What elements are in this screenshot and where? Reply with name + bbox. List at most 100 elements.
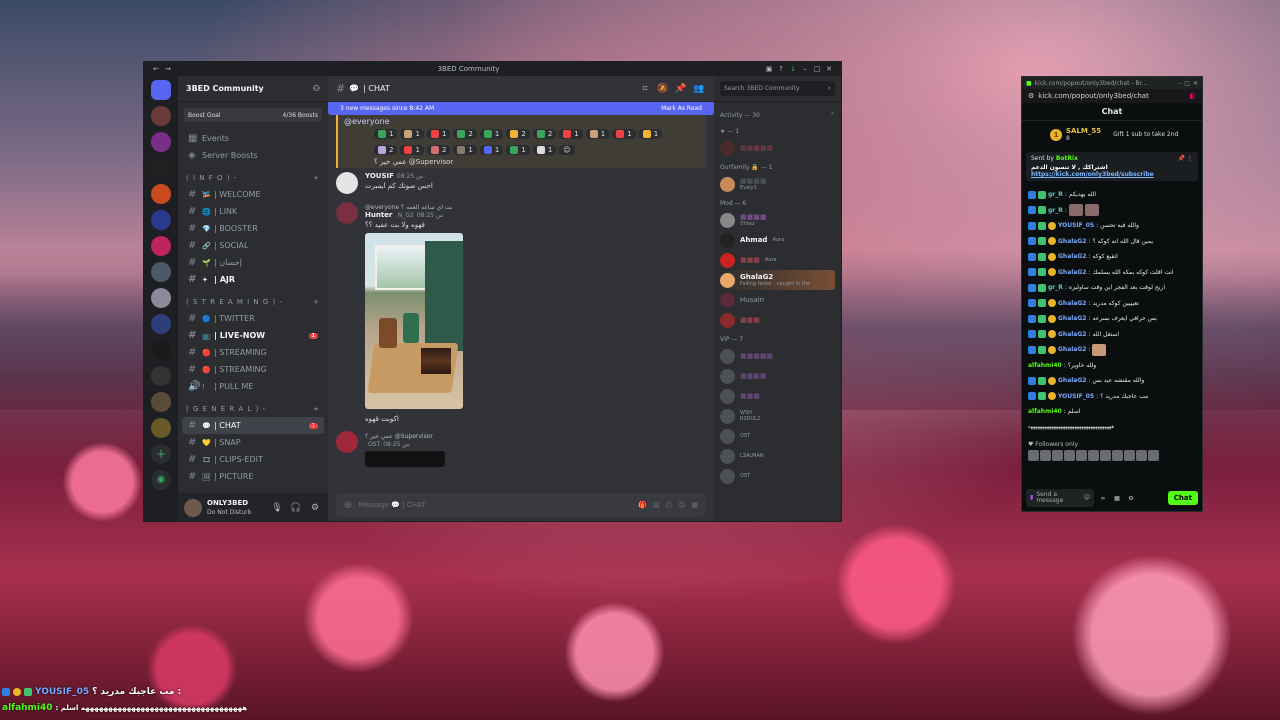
- member-row[interactable]: ■■■: [720, 386, 835, 406]
- reaction[interactable]: 1: [400, 145, 424, 155]
- minimize-icon[interactable]: –: [799, 65, 811, 73]
- category-streaming[interactable]: ( S T R E A M I N G ) - +: [182, 294, 324, 310]
- chat-username[interactable]: GhalaG2: [1058, 300, 1086, 307]
- member-row[interactable]: L3ALMAN: [720, 446, 835, 466]
- reaction[interactable]: 1: [426, 129, 451, 139]
- avatar[interactable]: [1124, 450, 1135, 461]
- avatar[interactable]: [1100, 450, 1111, 461]
- avatar[interactable]: [1028, 450, 1039, 461]
- chat-username[interactable]: gr_R: [1048, 207, 1063, 214]
- mic-icon[interactable]: 🎙: [270, 503, 284, 513]
- message-input[interactable]: Message 💬 | CHAT: [358, 501, 632, 509]
- reply-preview[interactable]: عمي خير ؟ @Supervisor: [365, 433, 706, 440]
- member-row[interactable]: ■■■■ 5Ykez: [720, 210, 835, 230]
- member-row[interactable]: OST: [720, 466, 835, 486]
- avatar[interactable]: [336, 172, 358, 194]
- server-icon[interactable]: [151, 366, 171, 386]
- chat-username[interactable]: YOUSIF_05: [1058, 393, 1094, 400]
- reaction[interactable]: 1: [559, 129, 583, 139]
- reaction[interactable]: 2: [532, 129, 557, 139]
- site-info-icon[interactable]: ⚙: [1028, 92, 1034, 100]
- attached-photo[interactable]: [365, 451, 445, 467]
- avatar[interactable]: [1088, 450, 1099, 461]
- channel-pull-me[interactable]: 🔊! | PULL ME: [182, 378, 324, 395]
- add-channel-icon[interactable]: +: [313, 405, 320, 413]
- avatar[interactable]: [1112, 450, 1123, 461]
- message-author[interactable]: Hunter N_G2 س 08:25: [365, 211, 706, 219]
- explore-icon[interactable]: ◉: [151, 470, 171, 490]
- reaction[interactable]: 1: [638, 129, 663, 139]
- message-composer[interactable]: ⊕ Message 💬 | CHAT 🎁 ▤ ◰ ☺ ▦: [336, 493, 706, 517]
- bell-muted-icon[interactable]: 🔕: [656, 84, 670, 94]
- server-icon[interactable]: [151, 392, 171, 412]
- headphones-icon[interactable]: 🎧: [289, 503, 303, 513]
- member-row[interactable]: ■■■: [720, 310, 835, 330]
- chat-username[interactable]: YOUSIF_05: [1058, 222, 1094, 229]
- nav-server-boosts[interactable]: ◈ Server Boosts: [182, 147, 324, 164]
- member-row[interactable]: Ahmad Aura: [720, 230, 835, 250]
- channel-welcome[interactable]: # 🎏 | WELCOME: [182, 186, 324, 203]
- apps-icon[interactable]: ▦: [691, 501, 698, 509]
- avatar[interactable]: [1052, 450, 1063, 461]
- sticker-icon[interactable]: ◰: [665, 501, 672, 509]
- channel-picture[interactable]: # 🖼 | PICTURE: [182, 468, 324, 485]
- reaction[interactable]: 2: [453, 129, 477, 139]
- chat-username[interactable]: GhalaG2: [1058, 269, 1086, 276]
- message-author[interactable]: YOUSIF س 08:25: [365, 172, 706, 180]
- server-icon[interactable]: [151, 236, 171, 256]
- add-server-icon[interactable]: +: [151, 444, 171, 464]
- gear-icon[interactable]: ⚙: [1126, 495, 1136, 502]
- extension-icon[interactable]: ◧: [1189, 92, 1196, 100]
- channel-twitter[interactable]: # 🔵 | TWITTER: [182, 310, 324, 327]
- members-icon[interactable]: 👥: [692, 84, 706, 94]
- channel-snap[interactable]: # 💛 | SNAP: [182, 434, 324, 451]
- reaction[interactable]: 1: [400, 129, 424, 139]
- add-member-icon[interactable]: ⚇: [313, 84, 320, 93]
- server-icon[interactable]: [151, 288, 171, 308]
- category-info[interactable]: ( I N F O ) - +: [182, 170, 324, 186]
- server-header[interactable]: 3BED Community ⚇: [178, 76, 328, 102]
- chat-username[interactable]: gr_R: [1048, 284, 1063, 291]
- chat-username[interactable]: GhalaG2: [1058, 346, 1086, 353]
- forward-arrow-icon[interactable]: →: [162, 65, 174, 73]
- avatar[interactable]: [1064, 450, 1075, 461]
- member-row[interactable]: ■■■ Aura: [720, 250, 835, 270]
- add-attachment-icon[interactable]: ⊕: [344, 500, 352, 511]
- member-row[interactable]: GhalaG2 Falling faster , caught in the: [720, 270, 835, 290]
- member-row[interactable]: ■■■■■: [720, 346, 835, 366]
- emoji-icon[interactable]: ☺: [678, 501, 685, 509]
- download-icon[interactable]: ↓: [787, 65, 799, 73]
- maximize-icon[interactable]: □: [1184, 80, 1190, 87]
- search-input[interactable]: Search 3BED Community ⌕: [720, 81, 835, 96]
- reaction[interactable]: 2: [426, 145, 451, 155]
- add-channel-icon[interactable]: +: [313, 174, 320, 182]
- activity-header[interactable]: Activity — 30 ⌃: [720, 106, 835, 122]
- channel-chat[interactable]: # 💬 | CHAT 1: [182, 417, 324, 434]
- category-general[interactable]: ( G E N E R A L ) - +: [182, 401, 324, 417]
- add-channel-icon[interactable]: +: [313, 298, 320, 306]
- reaction[interactable]: 1: [479, 145, 504, 155]
- channel-booster[interactable]: # 💎 | BOOSTER: [182, 220, 324, 237]
- gif-icon[interactable]: ▤: [653, 501, 660, 509]
- channel-social[interactable]: # 🔗 | SOCIAL: [182, 237, 324, 254]
- avatar[interactable]: [336, 431, 358, 453]
- maximize-icon[interactable]: □: [811, 65, 823, 73]
- reaction[interactable]: 1: [612, 129, 636, 139]
- member-row[interactable]: WSH R3DUL2: [720, 406, 835, 426]
- reaction[interactable]: 1: [453, 145, 477, 155]
- member-row[interactable]: ■■■■: [720, 366, 835, 386]
- new-messages-bar[interactable]: 3 new messages since 8:42 AM Mark As Rea…: [328, 102, 714, 115]
- reaction[interactable]: 1: [585, 129, 610, 139]
- channel-live-now[interactable]: # 📺 | LIVE-NOW 1: [182, 327, 324, 344]
- channel-streaming[interactable]: # 🔴 | STREAMING: [182, 344, 324, 361]
- gear-icon[interactable]: ⚙: [308, 503, 322, 513]
- channel-ajr[interactable]: # ✦ | AJR: [182, 271, 324, 288]
- reaction[interactable]: 1: [506, 145, 530, 155]
- avatar[interactable]: [336, 202, 358, 224]
- avatar[interactable]: [1040, 450, 1051, 461]
- server-icon[interactable]: [151, 158, 171, 178]
- subscribe-link[interactable]: https://kick.com/only3bed/subscribe: [1031, 171, 1154, 178]
- reaction[interactable]: 1: [374, 129, 398, 139]
- close-icon[interactable]: ✕: [1193, 80, 1198, 87]
- channel-clips-edit[interactable]: # 🎞 | CLIPS-EDIT: [182, 451, 324, 468]
